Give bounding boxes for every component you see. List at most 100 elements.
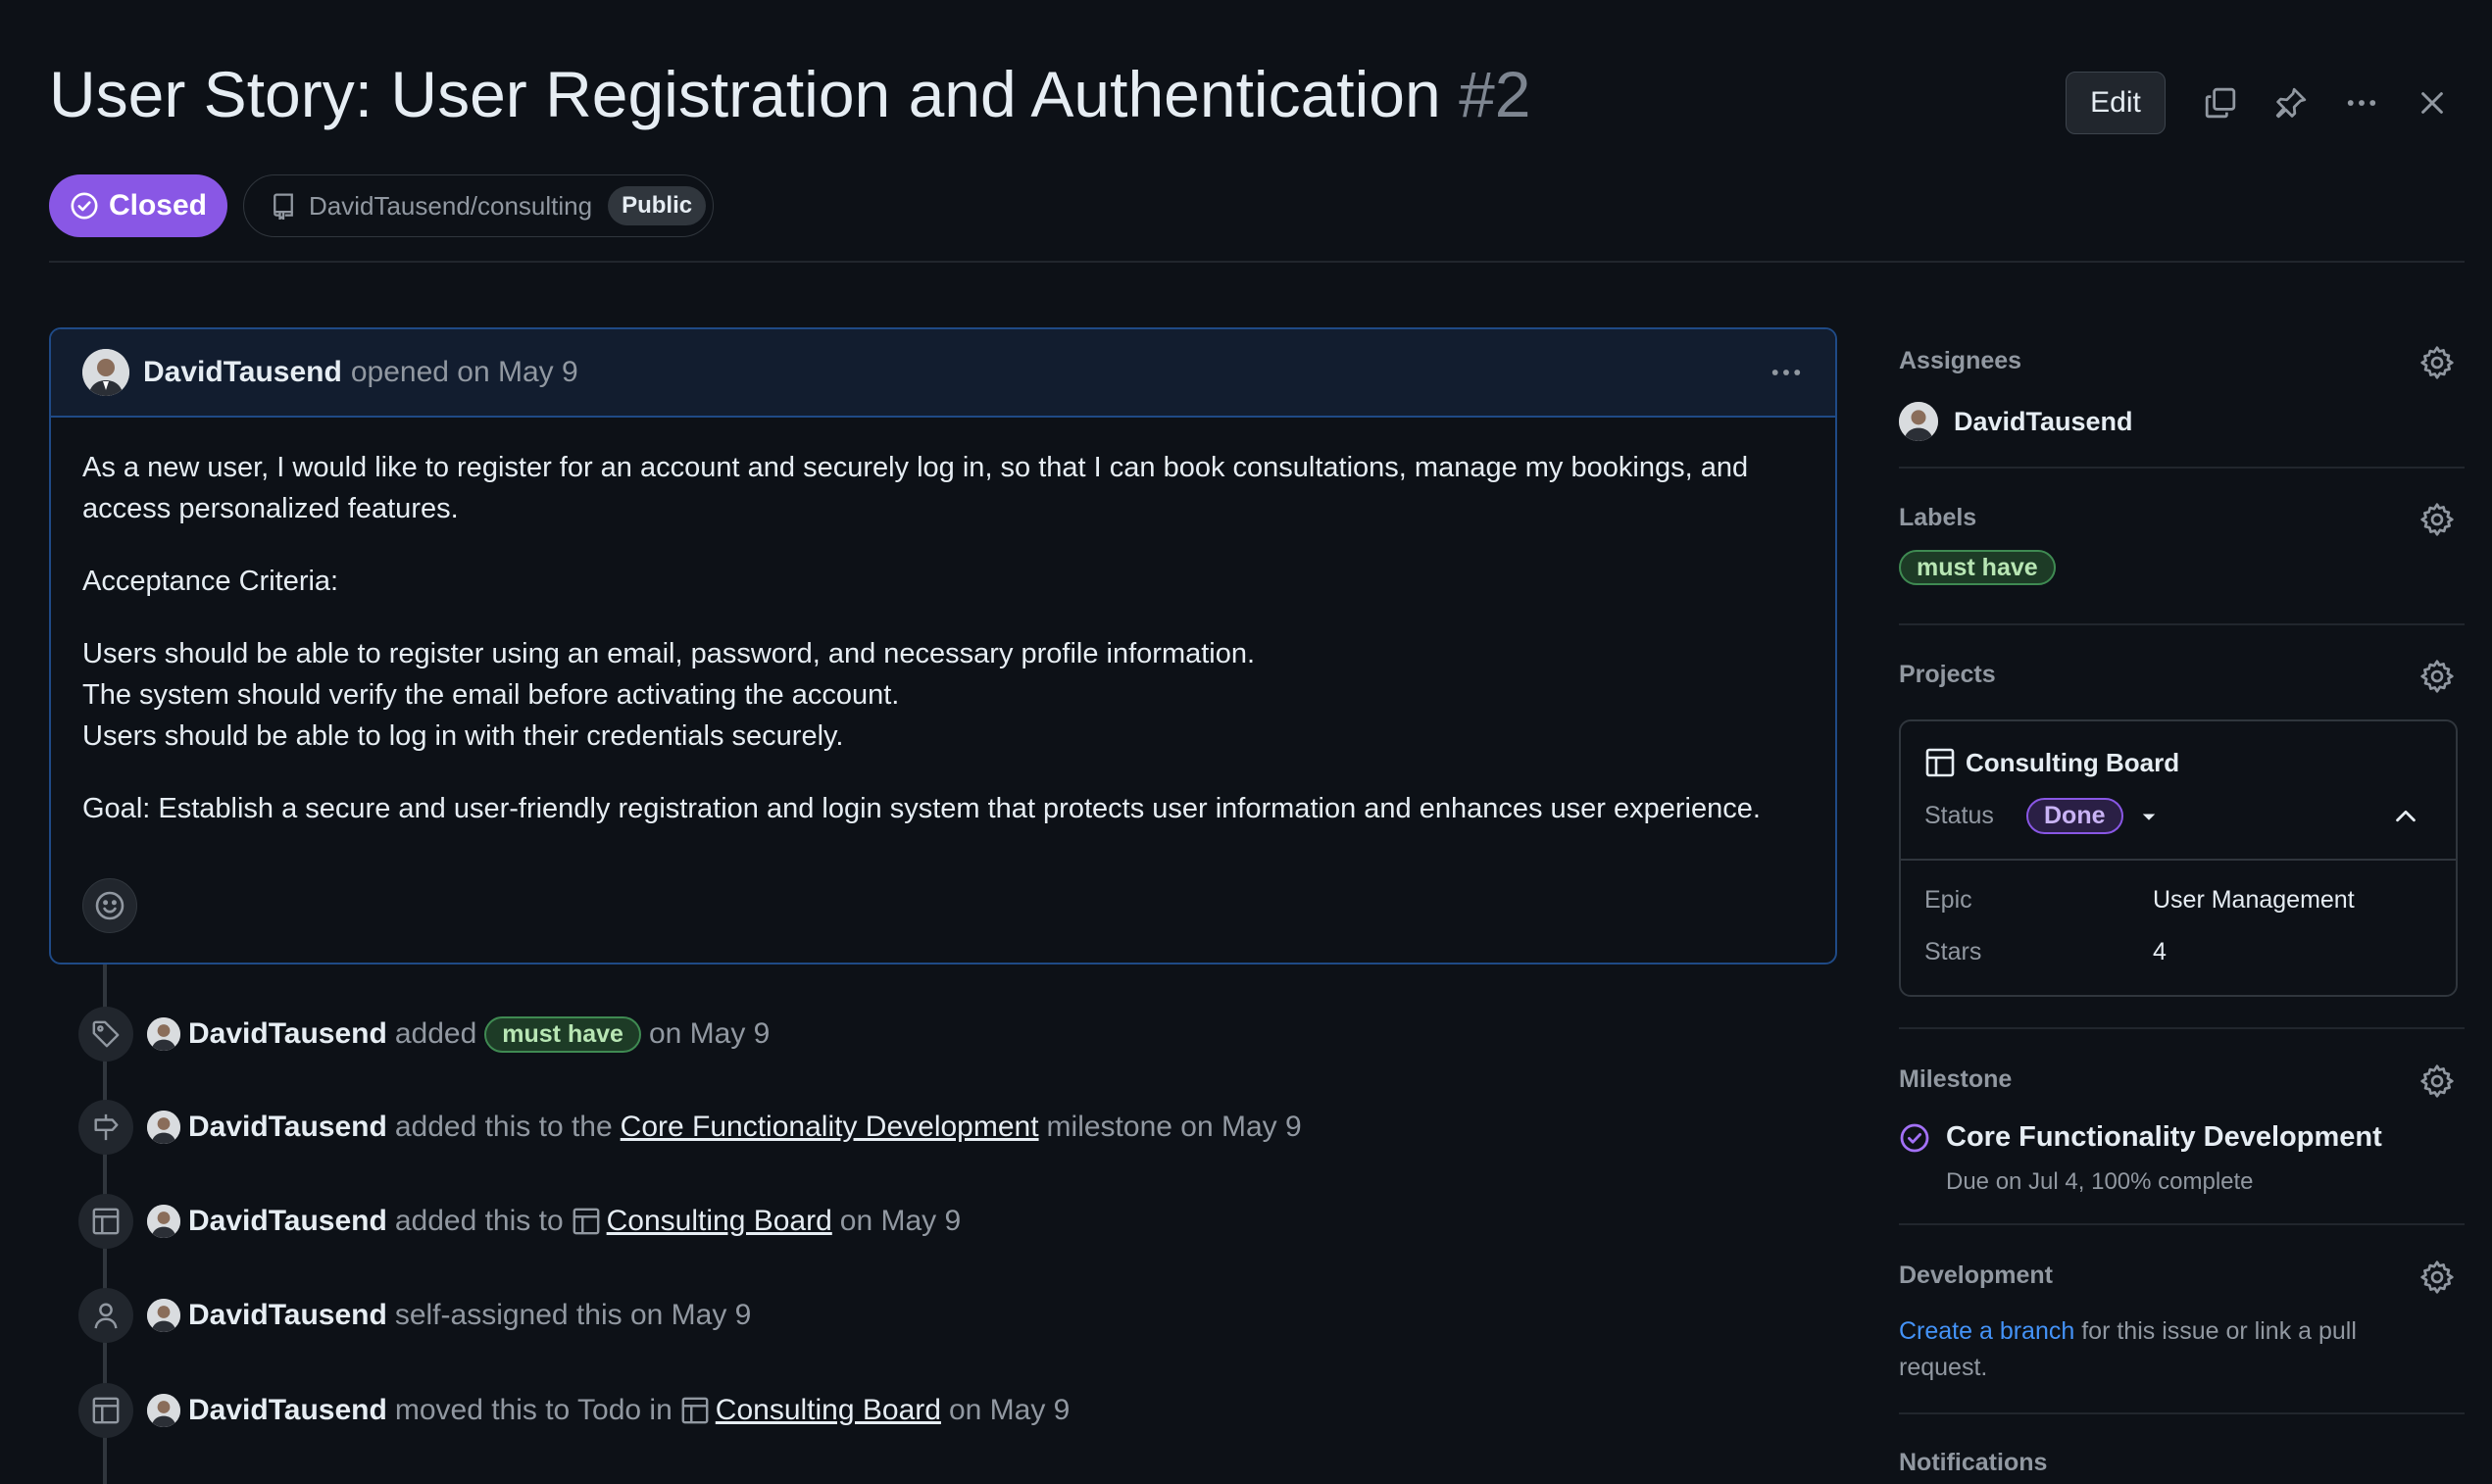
development-text: Create a branch for this issue or link a…	[1899, 1313, 2448, 1386]
comment-meta: opened on May 9	[350, 356, 578, 388]
avatar	[1899, 402, 1938, 441]
event-author[interactable]: DavidTausend	[188, 1205, 387, 1238]
comment-author[interactable]: DavidTausend	[143, 356, 342, 389]
repo-icon	[270, 192, 297, 220]
avatar	[147, 1394, 180, 1427]
add-reaction-button[interactable]	[82, 878, 137, 933]
gear-icon[interactable]	[2419, 502, 2455, 537]
event-action: self-assigned this on May 9	[394, 1299, 752, 1331]
issue-number: #2	[1459, 58, 1531, 130]
sidebar-divider	[1899, 1412, 2465, 1414]
event-action: added this to	[394, 1205, 564, 1237]
smiley-icon	[94, 890, 125, 921]
comment-options-icon[interactable]	[1767, 355, 1806, 390]
status-field-label: Status	[1924, 802, 1994, 829]
milestone-link[interactable]: Core Functionality Development	[621, 1111, 1039, 1144]
caret-down-icon[interactable]	[2139, 807, 2159, 826]
table-icon	[680, 1396, 710, 1425]
assignee[interactable]: DavidTausend	[1899, 402, 2133, 441]
assignee-name: DavidTausend	[1954, 406, 2133, 436]
edit-button[interactable]: Edit	[2066, 72, 2166, 134]
repo-name: DavidTausend/consulting	[309, 190, 593, 221]
event-author[interactable]: DavidTausend	[188, 1299, 387, 1332]
sidebar-divider	[1899, 1223, 2465, 1225]
person-icon	[78, 1288, 133, 1343]
chevron-up-icon[interactable]	[2391, 802, 2420, 831]
timeline-event: DavidTausend moved this to Todo in Consu…	[78, 1383, 1070, 1438]
label-must-have[interactable]: must have	[1899, 550, 2056, 585]
event-suffix: on May 9	[648, 1017, 771, 1050]
visibility-badge: Public	[608, 186, 707, 225]
label-must-have[interactable]: must have	[484, 1015, 641, 1053]
milestone-heading: Milestone	[1899, 1065, 2013, 1093]
event-action: moved this to Todo in	[394, 1394, 673, 1426]
create-branch-link[interactable]: Create a branch	[1899, 1317, 2074, 1345]
status-done-pill[interactable]: Done	[2026, 798, 2123, 834]
event-action: added this to the	[394, 1111, 613, 1143]
timeline-event: DavidTausend added must have on May 9	[78, 1007, 770, 1062]
avatar	[82, 349, 129, 396]
development-description: for this issue or link a pull	[2081, 1317, 2357, 1345]
table-icon	[572, 1207, 601, 1236]
more-options-icon[interactable]	[2339, 80, 2384, 125]
sidebar-divider	[1899, 623, 2465, 625]
field-name: Stars	[1924, 938, 1982, 965]
sidebar-divider	[1899, 467, 2465, 469]
check-circle-icon	[70, 191, 99, 221]
timeline-event: DavidTausend added this to Consulting Bo…	[78, 1194, 961, 1249]
gear-icon[interactable]	[2419, 1260, 2455, 1295]
issue-title: User Story: User Registration and Authen…	[49, 58, 1441, 130]
timeline-event: DavidTausend self-assigned this on May 9	[78, 1288, 751, 1343]
sidebar-divider	[1899, 1027, 2465, 1029]
page-title: User Story: User Registration and Authen…	[49, 57, 1530, 131]
gear-icon[interactable]	[2419, 659, 2455, 694]
development-heading: Development	[1899, 1261, 2053, 1289]
notifications-heading: Notifications	[1899, 1449, 2048, 1476]
project-card-divider	[1901, 859, 2456, 861]
close-icon[interactable]	[2410, 80, 2455, 125]
event-author[interactable]: DavidTausend	[188, 1394, 387, 1427]
milestone-link[interactable]: Core Functionality Development	[1899, 1121, 2382, 1154]
timeline-event: DavidTausend added this to the Core Func…	[78, 1100, 1302, 1155]
milestone-name: Core Functionality Development	[1946, 1121, 2382, 1153]
avatar	[147, 1299, 180, 1332]
comment-body: As a new user, I would like to register …	[51, 418, 1835, 829]
gear-icon[interactable]	[2419, 1064, 2455, 1099]
assignees-heading: Assignees	[1899, 347, 2022, 374]
project-field-row[interactable]: Stars 4	[1924, 938, 2167, 966]
comment-paragraph: Acceptance Criteria:	[82, 566, 339, 597]
event-action: added	[394, 1017, 477, 1050]
project-field-row[interactable]: Epic User Management	[1924, 886, 2355, 915]
project-link[interactable]: Consulting Board	[607, 1205, 832, 1238]
avatar	[147, 1017, 180, 1051]
event-author[interactable]: DavidTausend	[188, 1111, 387, 1144]
copy-icon[interactable]	[2198, 80, 2243, 125]
tag-icon	[78, 1007, 133, 1062]
comment-header: DavidTausend opened on May 9	[51, 329, 1835, 418]
field-name: Epic	[1924, 886, 1972, 914]
table-icon	[78, 1383, 133, 1438]
status-label: Closed	[108, 189, 208, 222]
event-author[interactable]: DavidTausend	[188, 1017, 387, 1051]
development-description-end: request.	[1899, 1354, 1988, 1381]
comment-paragraph: As a new user, I would like to register …	[82, 452, 1749, 524]
gear-icon[interactable]	[2419, 345, 2455, 380]
event-suffix: on May 9	[839, 1205, 962, 1237]
labels-heading: Labels	[1899, 504, 1977, 531]
header-divider	[49, 261, 2465, 263]
table-icon	[78, 1194, 133, 1249]
projects-heading: Projects	[1899, 661, 1996, 688]
milestone-icon	[78, 1100, 133, 1155]
field-value: User Management	[2153, 886, 2355, 914]
project-name: Consulting Board	[1966, 747, 2180, 777]
pin-icon[interactable]	[2268, 80, 2314, 125]
table-icon	[1924, 747, 1956, 778]
avatar	[147, 1205, 180, 1238]
avatar	[147, 1111, 180, 1144]
project-card: Consulting Board Status Done Epic User M…	[1899, 719, 2458, 997]
project-title[interactable]: Consulting Board	[1924, 747, 2179, 778]
event-suffix: on May 9	[948, 1394, 1071, 1426]
issue-comment: DavidTausend opened on May 9 As a new us…	[49, 327, 1837, 965]
project-link[interactable]: Consulting Board	[716, 1394, 941, 1427]
repo-link[interactable]: DavidTausend/consulting Public	[243, 174, 714, 237]
